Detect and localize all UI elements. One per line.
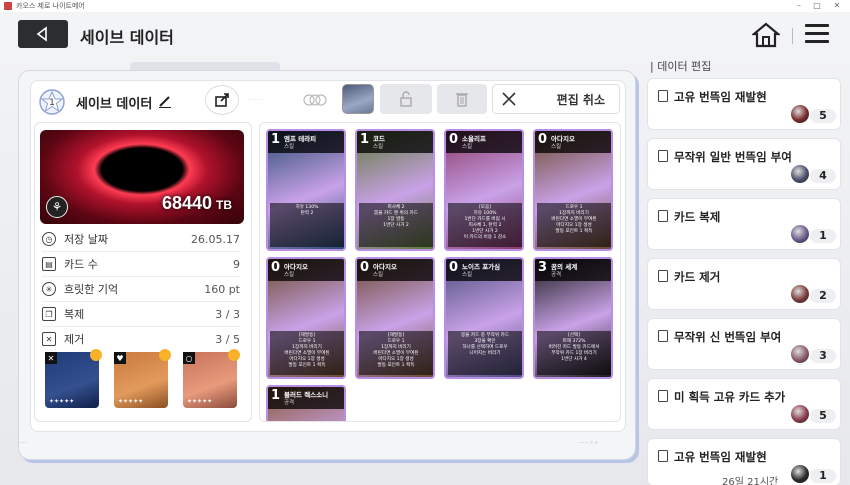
home-icon xyxy=(750,22,782,48)
trash-icon xyxy=(456,93,468,107)
cancel-edit-button[interactable]: 편집 취소 xyxy=(492,84,620,114)
stat-copy: ❐ 복제 3 / 3 xyxy=(42,305,240,323)
save-banner: ⚘ 68440 TB xyxy=(40,130,244,224)
home-button[interactable] xyxy=(750,22,782,48)
header-divider xyxy=(792,28,793,44)
rarity-stars: ✦✦✦✦✦ xyxy=(49,398,75,405)
rank-number: 1 xyxy=(49,98,55,108)
card-7[interactable]: 3 꿈의 세계 공격 [선택] 피해 372% 버려진 카드 발동 카드에서 무… xyxy=(533,257,613,379)
cancel-x-icon xyxy=(502,92,516,106)
page-title: 세이브 데이터 xyxy=(80,28,174,47)
delete-button[interactable] xyxy=(437,84,487,114)
pencil-icon xyxy=(159,96,171,108)
back-arrow-icon xyxy=(36,26,47,42)
remove-icon: ✕ xyxy=(42,332,56,346)
sidebar-item-4[interactable]: 무작위 신 번뜩임 부여 3 xyxy=(647,318,841,370)
sidebar-item-icon xyxy=(658,270,668,282)
save-name: 세이브 데이터 xyxy=(76,97,153,112)
sidebar-item-0[interactable]: 고유 번뜩임 재발현 5 xyxy=(647,78,841,130)
card-2[interactable]: 0 소울리프 스킬 [모음] 치유 100% 1번단 카드를 버림 시 피사체 … xyxy=(444,129,524,251)
share-icon xyxy=(215,93,229,107)
sidebar-title: | 데이터 편집 xyxy=(650,60,712,73)
clock-icon: ◷ xyxy=(42,232,56,246)
sidebar-item-icon xyxy=(658,330,668,342)
avatar xyxy=(791,285,809,303)
stat-card-count: ▤ 카드 수 9 xyxy=(42,255,240,273)
cancel-edit-label: 편집 취소 xyxy=(556,92,605,107)
star-icon xyxy=(228,349,240,361)
game-logo-icon: ⚘ xyxy=(46,196,68,218)
lock-icon xyxy=(400,91,412,107)
sidebar-item-icon xyxy=(658,90,668,102)
card-list: 1 엠프 테라피 스킬 치유 130% 탄력 2 1 코드 스킬 피사체 2 뽑… xyxy=(259,122,621,422)
star-icon xyxy=(90,349,102,361)
share-button[interactable] xyxy=(206,86,238,114)
window-title: 카오스 제로 나이트메어 xyxy=(16,2,85,10)
card-0[interactable]: 1 엠프 테라피 스킬 치유 130% 탄력 2 xyxy=(266,129,346,251)
star-badge-icon: 1 xyxy=(39,89,65,115)
footer-decoration: ······· xyxy=(18,440,27,445)
character-avatar-button[interactable] xyxy=(342,84,374,114)
avatar xyxy=(791,165,809,183)
rarity-stars: ✦✦✦✦✦ xyxy=(187,398,213,405)
close-icon[interactable]: ✕ xyxy=(828,0,846,12)
copy-icon: ❐ xyxy=(42,307,56,321)
sidebar-item-3[interactable]: 카드 제거 2 xyxy=(647,258,841,310)
memory-icon: ✳ xyxy=(42,282,56,296)
equip-type-icon: ♥ xyxy=(114,352,126,364)
window-titlebar: 카오스 제로 나이트메어 – □ ✕ xyxy=(0,0,850,12)
cards-icon: ▤ xyxy=(42,257,56,271)
sidebar-item-icon xyxy=(658,150,668,162)
decorative-text: ······· xyxy=(248,97,264,102)
card-3[interactable]: 0 아다지오 스킬 드로우 1 1장까지 버리기 버린다면 소멸이 부여된 아다… xyxy=(533,129,613,251)
card-5[interactable]: 0 아다지오 스킬 [재발동] 드로우 1 1장까지 버리기 버린다면 소멸이 … xyxy=(355,257,435,379)
minimize-icon[interactable]: – xyxy=(790,0,808,12)
card-1[interactable]: 1 코드 스킬 피사체 2 뽑을 카드 맨 위의 카드 1장 발동 1번단 사거… xyxy=(355,129,435,251)
sidebar-item-icon xyxy=(658,390,668,402)
card-6[interactable]: 0 노이즈 포가심 스킬 봉을 카드 중 무작위 카드 3장을 확인 하나를 선… xyxy=(444,257,524,379)
equip-type-icon: ✕ xyxy=(45,352,57,364)
edit-name-button[interactable] xyxy=(158,93,172,108)
equip-type-icon: ○ xyxy=(183,352,195,364)
avatar xyxy=(791,225,809,243)
back-button[interactable] xyxy=(18,20,68,48)
sidebar-item-5[interactable]: 미 획득 고유 카드 추가 5 xyxy=(647,378,841,430)
sidebar-item-2[interactable]: 카드 복제 1 xyxy=(647,198,841,250)
card-4[interactable]: 0 아다지오 스킬 [재발동] 드로우 1 1장까지 버리기 버린다면 소멸이 … xyxy=(266,257,346,379)
star-icon xyxy=(159,349,171,361)
equipment-slot-2[interactable]: ♥ ✦✦✦✦✦ xyxy=(114,349,171,408)
sidebar-item-icon xyxy=(658,210,668,222)
stat-save-date: ◷ 저장 날짜 26.05.17 xyxy=(42,230,240,248)
avatar xyxy=(791,345,809,363)
card-8[interactable]: 1 블러드 렉스소니 공격 xyxy=(266,385,346,421)
footer-decoration: ········ ↗ ↗ xyxy=(578,440,598,445)
maximize-icon[interactable]: □ xyxy=(808,0,826,12)
banner-value: 68440 TB xyxy=(161,193,232,213)
avatar xyxy=(791,405,809,423)
stat-memory: ✳ 흐릿한 기억 160 pt xyxy=(42,280,240,298)
avatar xyxy=(791,465,809,483)
sidebar-item-icon xyxy=(658,450,668,462)
stat-remove: ✕ 제거 3 / 5 xyxy=(42,330,240,348)
equipment-slot-3[interactable]: ○ ✦✦✦✦✦ xyxy=(183,349,240,408)
rank-badge: 1 xyxy=(36,88,68,116)
rings-icon xyxy=(300,92,330,106)
menu-button[interactable] xyxy=(805,24,829,46)
sidebar-item-1[interactable]: 무작위 일반 번뜩임 부여 4 xyxy=(647,138,841,190)
lock-button[interactable] xyxy=(380,84,432,114)
equipment-slot-1[interactable]: ✕ ✦✦✦✦✦ xyxy=(45,349,102,408)
avatar xyxy=(791,105,809,123)
rarity-stars: ✦✦✦✦✦ xyxy=(118,398,144,405)
app-icon xyxy=(4,2,12,10)
sidebar-item-6[interactable]: 고유 번뜩임 재발현 26일 21시간 1 xyxy=(647,438,841,485)
